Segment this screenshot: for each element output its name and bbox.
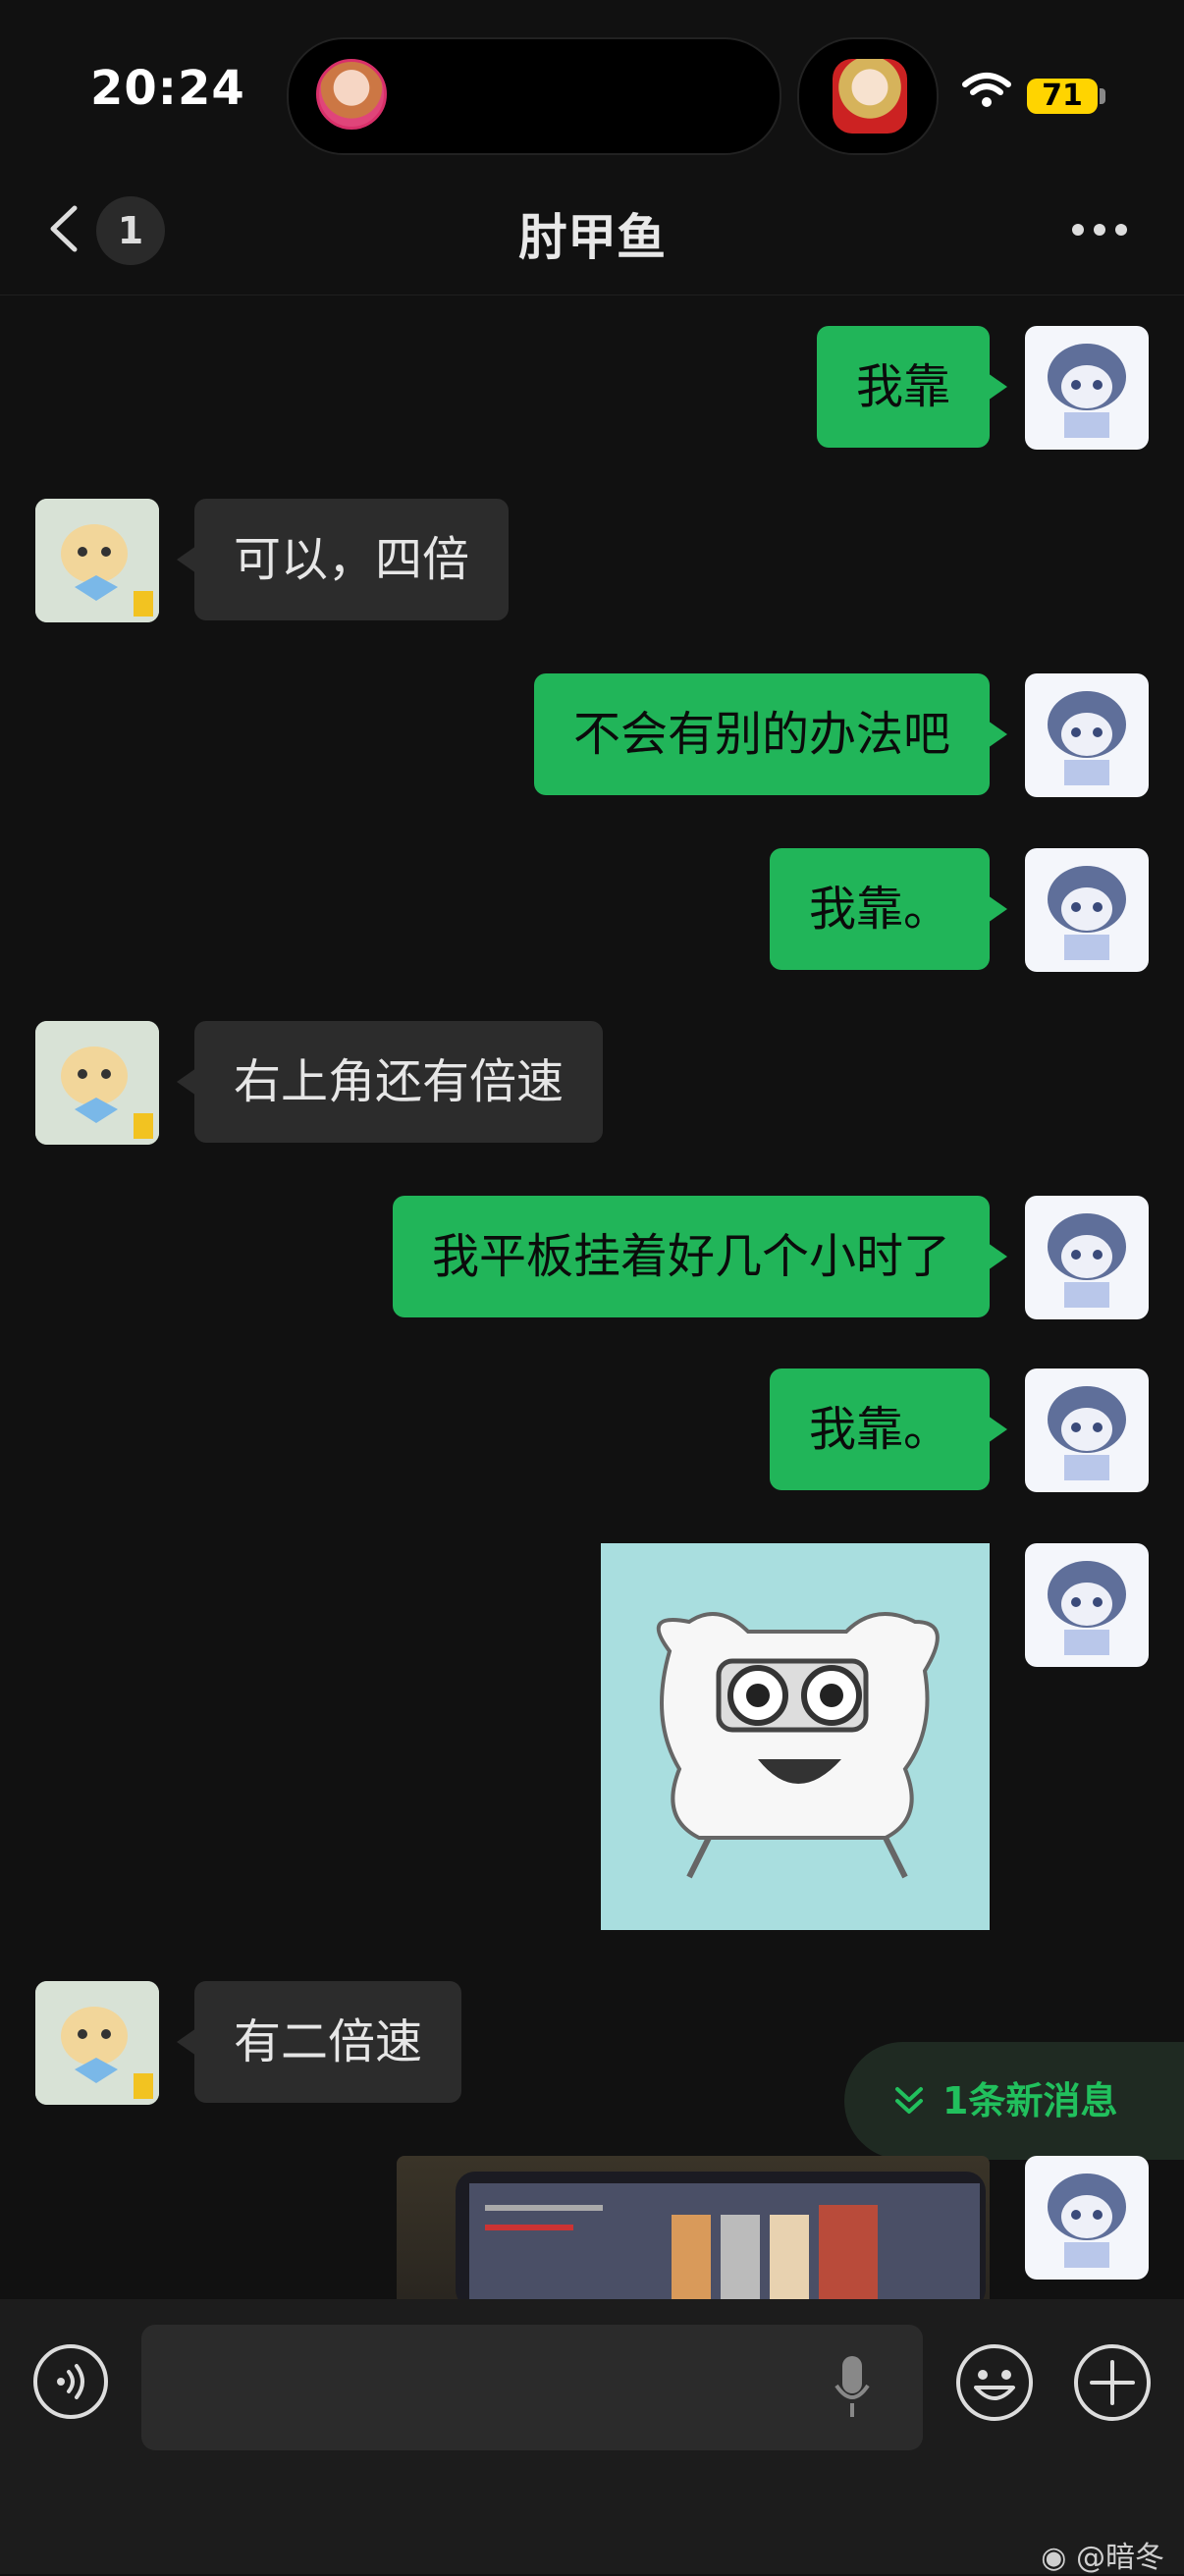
input-bar xyxy=(0,2299,1184,2574)
battery-tip xyxy=(1100,88,1105,104)
avatar-contact[interactable] xyxy=(35,1021,159,1145)
island-avatar xyxy=(316,59,387,130)
avatar-me[interactable] xyxy=(1025,2156,1149,2280)
chat-bubble-contact[interactable]: 可以，四倍 xyxy=(176,499,510,620)
watermark: ◉ @暗冬 xyxy=(1041,2533,1164,2576)
mic-icon[interactable] xyxy=(833,2354,872,2419)
avatar-contact[interactable] xyxy=(35,1981,159,2105)
avatar-me[interactable] xyxy=(1025,326,1149,450)
message-input[interactable] xyxy=(141,2325,923,2450)
watermark-text: @暗冬 xyxy=(1076,2541,1164,2575)
photo-message[interactable] xyxy=(397,2156,990,2299)
status-time: 20:24 xyxy=(90,61,245,116)
chat-bubble-mine[interactable]: 不会有别的办法吧 xyxy=(533,673,1008,795)
chat-bubble-mine[interactable]: 我靠。 xyxy=(769,1368,1008,1490)
avatar-me[interactable] xyxy=(1025,673,1149,797)
voice-icon[interactable] xyxy=(31,2342,110,2421)
avatar-me[interactable] xyxy=(1025,848,1149,972)
chat-title: 肘甲鱼 xyxy=(518,209,666,266)
island-activity-avatar xyxy=(833,59,907,134)
emoji-icon[interactable] xyxy=(954,2342,1035,2423)
chat-bubble-mine[interactable]: 我平板挂着好几个小时了 xyxy=(392,1196,1008,1317)
new-message-label: 1条新消息 xyxy=(942,2079,1118,2122)
new-message-banner[interactable]: 1条新消息 xyxy=(844,2042,1184,2160)
island-activity[interactable] xyxy=(797,37,939,155)
chat-bubble-contact[interactable]: 有二倍速 xyxy=(176,1981,462,2103)
chat-bubble-contact[interactable]: 右上角还有倍速 xyxy=(176,1021,604,1143)
weibo-icon: ◉ xyxy=(1041,2541,1076,2575)
plus-icon[interactable] xyxy=(1072,2342,1153,2423)
more-icon[interactable] xyxy=(1070,222,1129,238)
avatar-me[interactable] xyxy=(1025,1368,1149,1492)
chat-bubble-mine[interactable]: 我靠。 xyxy=(769,848,1008,970)
sticker-image[interactable] xyxy=(601,1543,990,1930)
wifi-icon xyxy=(962,73,1011,107)
avatar-me[interactable] xyxy=(1025,1543,1149,1667)
chat-bubble-mine[interactable]: 我靠 xyxy=(816,326,1008,448)
avatar-me[interactable] xyxy=(1025,1196,1149,1319)
chevron-double-down-icon xyxy=(895,2087,923,2114)
avatar-contact[interactable] xyxy=(35,499,159,622)
battery-indicator: 71 xyxy=(1027,79,1098,114)
dynamic-island[interactable] xyxy=(287,37,781,155)
